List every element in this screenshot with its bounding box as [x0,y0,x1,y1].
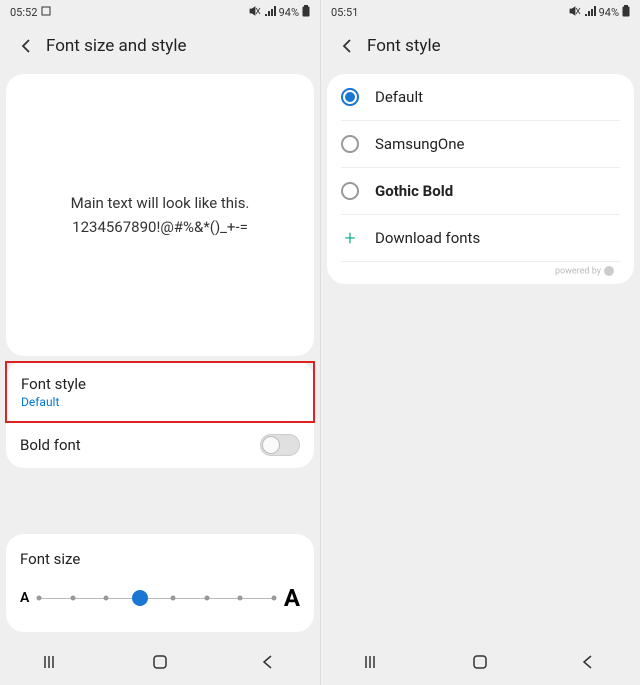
slider-step [104,596,109,601]
navigation-bar [321,639,640,685]
recents-button[interactable] [23,647,83,677]
status-bar: 05:52 94% [0,0,320,24]
slider-step [70,596,75,601]
font-size-title: Font size [20,550,300,568]
nav-back-button[interactable] [557,647,617,677]
toggle-knob [262,436,280,454]
font-style-title: Font style [21,375,86,393]
page-title: Font size and style [46,36,187,56]
font-size-slider-row: A A [20,584,300,612]
status-bar: 05:51 94% [321,0,640,24]
powered-by-footer: powered by [341,262,620,284]
slider-step [171,596,176,601]
bold-font-row[interactable]: Bold font [6,422,314,468]
recents-icon [365,655,383,669]
battery-text: 94% [599,6,619,19]
home-button[interactable] [450,647,510,677]
status-time: 05:52 [10,6,37,19]
page-title: Font style [367,36,441,56]
size-indicator-large: A [284,584,300,612]
signal-icon [584,6,596,19]
slider-step [271,596,276,601]
bold-font-toggle[interactable] [260,434,300,456]
signal-icon [264,6,276,19]
volume-mute-icon [249,6,261,19]
font-label: Gothic Bold [375,182,453,200]
back-icon [580,654,594,670]
battery-icon [302,5,310,20]
font-size-card: Font size A A [6,534,314,632]
slider-step [37,596,42,601]
back-button[interactable] [8,28,44,64]
bold-font-title: Bold font [20,436,81,454]
radio-button[interactable] [341,88,359,106]
radio-button[interactable] [341,135,359,153]
font-style-row[interactable]: Font style Default [5,361,315,423]
font-preview-card: Main text will look like this. 123456789… [6,74,314,356]
font-list-card: Default SamsungOne Gothic Bold + Downloa… [327,74,634,284]
powered-logo-icon [604,266,614,276]
slider-step [238,596,243,601]
preview-text-line2: 1234567890!@#%&*()_+-= [72,215,248,239]
slider-thumb[interactable] [132,590,148,606]
app-header: Font size and style [0,24,320,68]
recents-icon [44,655,62,669]
font-option-gothic-bold[interactable]: Gothic Bold [341,168,620,215]
font-settings-card: Font style Default Bold font [6,361,314,468]
back-icon [260,654,274,670]
plus-icon: + [341,229,359,247]
download-fonts-row[interactable]: + Download fonts [341,215,620,262]
font-option-samsungone[interactable]: SamsungOne [341,121,620,168]
home-button[interactable] [130,647,190,677]
preview-text-line1: Main text will look like this. [71,191,250,215]
font-label: SamsungOne [375,135,465,153]
size-indicator-small: A [20,590,29,606]
battery-text: 94% [279,6,299,19]
screen-font-style: 05:51 94% Font style Default [320,0,640,685]
volume-mute-icon [569,6,581,19]
nav-back-button[interactable] [237,647,297,677]
recents-button[interactable] [344,647,404,677]
back-button[interactable] [329,28,365,64]
radio-button[interactable] [341,182,359,200]
home-icon [152,654,168,670]
font-style-value: Default [21,395,86,409]
status-time: 05:51 [331,6,358,19]
font-size-slider[interactable] [39,588,274,608]
notification-icon [41,6,51,19]
screen-font-size-and-style: 05:52 94% Font size and style Main te [0,0,320,685]
chevron-left-icon [337,36,357,56]
font-label: Default [375,88,423,106]
slider-step [204,596,209,601]
download-fonts-label: Download fonts [375,229,480,247]
home-icon [472,654,488,670]
chevron-left-icon [16,36,36,56]
battery-icon [622,5,630,20]
app-header: Font style [321,24,640,68]
navigation-bar [0,639,320,685]
font-option-default[interactable]: Default [341,74,620,121]
